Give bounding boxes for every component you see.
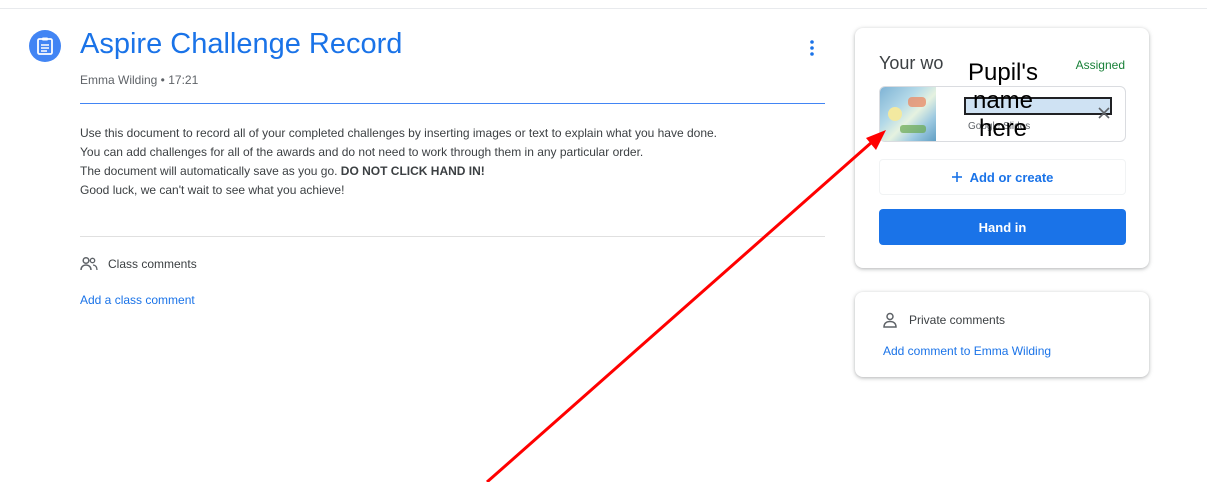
assignment-description: Use this document to record all of your … bbox=[80, 124, 800, 200]
assignment-meta: Emma Wilding • 17:21 bbox=[80, 73, 199, 87]
private-comments-card: Private comments Add comment to Emma Wil… bbox=[855, 292, 1149, 377]
top-divider bbox=[0, 8, 1207, 9]
close-icon bbox=[1098, 107, 1110, 119]
description-warning: DO NOT CLICK HAND IN! bbox=[340, 164, 485, 178]
add-private-comment-link[interactable]: Add comment to Emma Wilding bbox=[883, 344, 1051, 358]
status-badge: Assigned bbox=[1075, 58, 1125, 72]
class-comments-label: Class comments bbox=[108, 257, 197, 271]
description-line: The document will automatically save as … bbox=[80, 162, 800, 181]
annotation-line: here bbox=[978, 115, 1028, 142]
private-comments-header: Private comments bbox=[883, 312, 1005, 328]
plus-icon bbox=[951, 172, 962, 182]
assignment-icon bbox=[29, 30, 61, 62]
description-line: Use this document to record all of your … bbox=[80, 126, 718, 140]
description-text: The document will automatically save as … bbox=[80, 164, 341, 178]
annotation-line: Pupil's bbox=[968, 59, 1038, 86]
add-or-create-button[interactable]: Add or create bbox=[879, 159, 1126, 195]
add-class-comment-link[interactable]: Add a class comment bbox=[80, 293, 195, 307]
class-comments-header: Class comments bbox=[80, 256, 197, 272]
hand-in-button[interactable]: Hand in bbox=[879, 209, 1126, 245]
description-line: You can add challenges for all of the aw… bbox=[80, 145, 644, 159]
private-comments-label: Private comments bbox=[909, 313, 1006, 327]
annotation-note: Pupil's name here bbox=[955, 59, 1055, 143]
remove-attachment-button[interactable] bbox=[1093, 102, 1115, 124]
slides-thumbnail bbox=[880, 87, 936, 141]
add-or-create-label: Add or create bbox=[969, 169, 1054, 185]
your-work-title: Your wo bbox=[879, 53, 944, 73]
more-vert-icon bbox=[810, 40, 814, 56]
people-icon bbox=[80, 256, 98, 271]
more-options-button[interactable] bbox=[800, 34, 824, 62]
description-line: Good luck, we can't wait to see what you… bbox=[80, 183, 345, 197]
title-divider bbox=[80, 103, 825, 104]
annotation-line: name bbox=[972, 87, 1034, 114]
person-icon bbox=[883, 312, 897, 328]
description-divider bbox=[80, 236, 825, 237]
assignment-title: Aspire Challenge Record bbox=[80, 28, 403, 60]
